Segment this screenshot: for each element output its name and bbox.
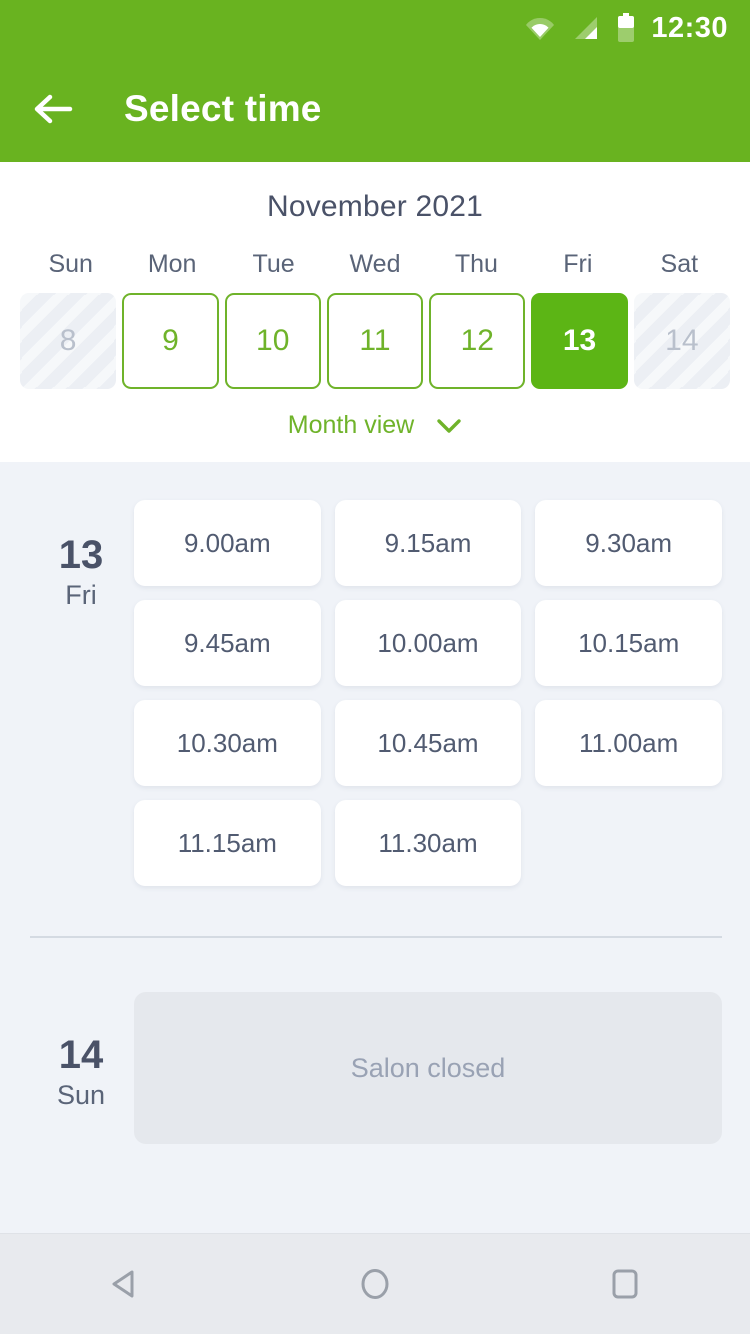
day-label: 13 Fri xyxy=(28,500,134,886)
salon-closed-banner: Salon closed xyxy=(134,992,722,1144)
status-clock: 12:30 xyxy=(651,11,728,44)
time-slot[interactable]: 9.15am xyxy=(334,500,522,586)
android-nav-bar xyxy=(0,1233,750,1334)
weekday-label: Thu xyxy=(454,250,498,278)
day-of-week: Sun xyxy=(56,1080,106,1110)
time-slot[interactable]: 9.00am xyxy=(134,500,321,586)
day-number: 14 xyxy=(58,1033,104,1077)
back-arrow-icon[interactable] xyxy=(30,86,76,132)
app-bar: Select time xyxy=(0,56,750,162)
battery-icon xyxy=(617,13,635,43)
weekday-label: Sat xyxy=(660,250,699,278)
calendar-day-row: 8 9 10 11 12 13 14 xyxy=(0,293,750,389)
chevron-down-icon xyxy=(436,418,462,434)
time-slot[interactable]: 10.00am xyxy=(334,600,522,686)
calendar-weekday-row: Sun Mon Tue Wed Thu Fri Sat xyxy=(0,250,750,279)
weekday-label: Fri xyxy=(563,250,593,278)
time-slot[interactable]: 9.45am xyxy=(134,600,321,686)
nav-back-triangle-icon[interactable] xyxy=(80,1254,170,1314)
page-title: Select time xyxy=(124,88,322,129)
day-label: 14 Sun xyxy=(28,992,134,1144)
app-screen: 12:30 Select time November 2021 Sun Mon … xyxy=(0,0,750,1334)
nav-recents-square-icon[interactable] xyxy=(580,1254,670,1314)
wifi-icon xyxy=(525,15,555,41)
nav-home-circle-icon[interactable] xyxy=(330,1254,420,1314)
status-icon-group xyxy=(525,13,635,43)
calendar-day-cell: 14 xyxy=(633,293,730,389)
signal-icon xyxy=(573,15,599,41)
time-slot[interactable]: 11.15am xyxy=(134,800,321,886)
calendar-day-cell[interactable]: 12 xyxy=(429,293,526,389)
time-slot[interactable]: 10.45am xyxy=(334,700,522,786)
day-group-14: 14 Sun Salon closed xyxy=(0,938,750,1144)
day-group-13: 13 Fri 9.00am 9.15am 9.30am 9.45am 10.00… xyxy=(0,486,750,886)
month-view-toggle[interactable]: Month view xyxy=(0,411,750,440)
calendar-day-cell-selected[interactable]: 13 xyxy=(531,293,628,389)
time-slot[interactable]: 11.00am xyxy=(535,700,722,786)
calendar-day-cell[interactable]: 9 xyxy=(122,293,219,389)
time-slot[interactable]: 11.30am xyxy=(334,800,522,886)
weekday-label: Tue xyxy=(252,250,295,278)
month-view-label: Month view xyxy=(287,411,415,439)
calendar-month-label: November 2021 xyxy=(266,190,484,223)
day-of-week: Fri xyxy=(65,580,97,610)
calendar-day-cell[interactable]: 10 xyxy=(224,293,321,389)
weekday-label: Wed xyxy=(349,250,401,278)
slot-grid: 9.00am 9.15am 9.30am 9.45am 10.00am 10.1… xyxy=(134,500,722,886)
calendar-day-cell: 8 xyxy=(20,293,117,389)
time-slot[interactable]: 10.30am xyxy=(134,700,321,786)
status-bar: 12:30 xyxy=(0,0,750,56)
time-slot[interactable]: 9.30am xyxy=(535,500,722,586)
weekday-label: Mon xyxy=(147,250,197,278)
calendar-panel: November 2021 Sun Mon Tue Wed Thu Fri Sa… xyxy=(0,162,750,462)
calendar-day-cell[interactable]: 11 xyxy=(326,293,424,389)
weekday-label: Sun xyxy=(48,250,93,278)
day-number: 13 xyxy=(58,533,104,577)
time-slot-list: 13 Fri 9.00am 9.15am 9.30am 9.45am 10.00… xyxy=(0,462,750,1233)
time-slot[interactable]: 10.15am xyxy=(535,600,722,686)
